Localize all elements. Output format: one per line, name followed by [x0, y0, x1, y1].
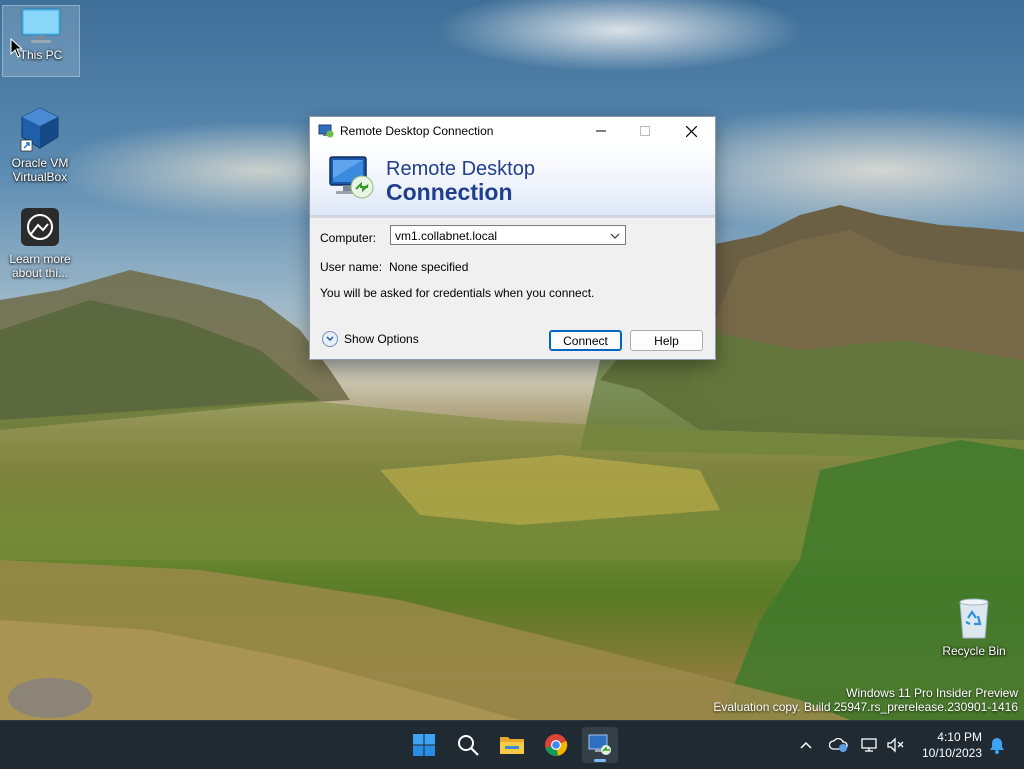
active-app-indicator: [594, 759, 606, 762]
virtualbox-icon: [20, 107, 59, 152]
search-icon: [458, 735, 479, 756]
remote-desktop-dialog: Remote Desktop Connection Remote Desktop…: [309, 116, 716, 360]
remote-desktop-logo-icon: [329, 156, 374, 199]
dialog-title: Remote Desktop Connection: [340, 124, 494, 138]
file-explorer-button[interactable]: [494, 727, 530, 763]
chevron-down-icon[interactable]: [610, 226, 620, 246]
bell-icon: [990, 738, 1004, 754]
help-button[interactable]: Help: [630, 330, 703, 351]
chrome-button[interactable]: [538, 727, 574, 763]
notifications-button[interactable]: [986, 721, 1008, 769]
start-icon: [413, 734, 435, 756]
computer-combobox[interactable]: vm1.collabnet.local: [390, 225, 626, 245]
computer-value: vm1.collabnet.local: [395, 229, 498, 243]
desktop-icon-label: This PC: [19, 48, 63, 62]
credentials-info-text: You will be asked for credentials when y…: [320, 286, 595, 300]
build-watermark: Windows 11 Pro Insider Preview Evaluatio…: [713, 686, 1018, 714]
desktop-icon-label: Oracle VM VirtualBox: [11, 156, 69, 184]
close-icon: [685, 125, 697, 137]
desktop-icon-learn-more[interactable]: Learn more about thi...: [2, 206, 78, 280]
search-button[interactable]: [450, 727, 486, 763]
recycle-bin-icon: [959, 598, 989, 639]
network-tray-button[interactable]: [858, 721, 880, 769]
dialog-banner: Remote Desktop Connection: [310, 145, 715, 216]
clock-time: 4:10 PM: [937, 730, 982, 744]
volume-tray-button[interactable]: [884, 721, 906, 769]
connect-button[interactable]: Connect: [549, 330, 622, 351]
computer-label: Computer:: [320, 231, 377, 245]
show-hidden-icons-button[interactable]: [796, 721, 816, 769]
banner-title-line2: Connection: [386, 179, 513, 205]
watermark-line2: Evaluation copy. Build 25947.rs_prerelea…: [713, 700, 1018, 714]
file-explorer-icon: [500, 737, 524, 754]
chrome-icon: [545, 734, 568, 756]
start-button[interactable]: [406, 727, 442, 763]
dialog-titlebar[interactable]: Remote Desktop Connection: [310, 117, 715, 145]
desktop-icon-label: Learn more about thi...: [9, 252, 71, 280]
desktop-icon-recycle-bin[interactable]: Recycle Bin: [936, 596, 1012, 658]
mouse-cursor-icon: [10, 38, 24, 58]
chevron-up-icon: [800, 741, 812, 749]
expand-chevron-icon: [322, 331, 338, 347]
maximize-icon: [640, 126, 650, 136]
desktop-icon-virtualbox[interactable]: Oracle VM VirtualBox: [2, 104, 78, 184]
show-options-toggle[interactable]: Show Options: [322, 331, 419, 347]
banner-title-line1: Remote Desktop: [386, 158, 535, 180]
minimize-button[interactable]: [578, 117, 624, 145]
remote-desktop-icon: [588, 734, 611, 755]
network-icon: [861, 738, 877, 752]
username-label: User name:: [320, 260, 383, 274]
clock-date: 10/10/2023: [921, 746, 982, 760]
cloud-info-icon: [829, 737, 848, 752]
close-button[interactable]: [668, 117, 714, 145]
minimize-icon: [596, 130, 606, 132]
show-options-label: Show Options: [344, 332, 419, 346]
maximize-button[interactable]: [622, 117, 668, 145]
learn-more-icon: [21, 208, 59, 246]
monitor-icon: [21, 8, 61, 43]
taskbar-clock[interactable]: 4:10 PM 10/10/2023: [922, 729, 982, 761]
volume-muted-icon: [887, 737, 904, 753]
username-value: None specified: [389, 260, 469, 274]
watermark-line1: Windows 11 Pro Insider Preview: [846, 686, 1018, 700]
remote-desktop-small-icon: [318, 124, 334, 138]
remote-desktop-taskbar-button[interactable]: [582, 727, 618, 763]
taskbar: 4:10 PM 10/10/2023: [0, 720, 1024, 769]
onedrive-tray-button[interactable]: [828, 721, 850, 769]
desktop-icon-label: Recycle Bin: [942, 644, 1006, 658]
banner-divider: [310, 216, 715, 218]
